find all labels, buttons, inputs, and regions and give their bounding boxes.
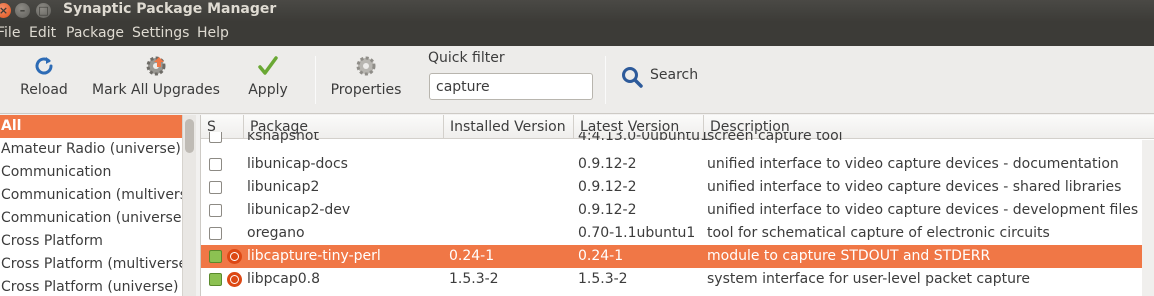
upgrade-gear-icon [146,56,166,76]
category-scrollbar[interactable] [182,115,196,296]
installed-version: 0.24-1 [449,248,495,264]
reload-button[interactable]: Reload [12,46,76,114]
status-checkbox-installed[interactable] [209,273,222,286]
package-description: unified interface to video capture devic… [707,179,1122,195]
status-checkbox[interactable] [209,227,222,240]
table-row[interactable]: oregano 0.70-1.1ubuntu1 tool for schemat… [201,222,1154,245]
package-name: libpcap0.8 [247,271,320,287]
latest-version: 0.24-1 [578,248,624,264]
table-row[interactable]: libpcap0.8 1.5.3-2 1.5.3-2 system interf… [201,268,1154,291]
status-checkbox[interactable] [209,158,222,171]
apply-label: Apply [248,82,288,98]
package-description: system interface for user-level packet c… [707,271,1030,287]
mark-all-upgrades-label: Mark All Upgrades [92,82,220,98]
scrollbar-thumb[interactable] [185,119,194,153]
table-row[interactable]: libunicap2-dev 0.9.12-2 unified interfac… [201,199,1154,222]
toolbar-separator [605,56,606,104]
category-item[interactable]: Cross Platform [0,230,182,253]
latest-version: 4:4.13.0-0ubuntu1 [578,132,709,144]
category-item[interactable]: Communication (multiverse) [0,184,182,207]
package-description: unified interface to video capture devic… [707,202,1139,218]
menu-bar: File Edit Package Settings Help [0,22,1154,46]
package-name: oregano [247,225,305,241]
category-item[interactable]: Communication (universe) [0,207,182,230]
menu-file[interactable]: File [0,25,20,41]
latest-version: 0.70-1.1ubuntu1 [578,225,696,241]
table-row[interactable]: libunicap2 0.9.12-2 unified interface to… [201,176,1154,199]
package-name: ksnapshot [247,132,319,144]
menu-package[interactable]: Package [66,25,124,41]
package-description: unified interface to video capture devic… [707,156,1119,172]
category-item[interactable]: Cross Platform (multiverse) [0,253,182,276]
toolbar: Reload Mark All Upgrades Apply Propertie… [0,46,1154,114]
package-description: screen capture tool [707,132,843,144]
table-row[interactable]: ksnapshot 4:4.13.0-0ubuntu1 screen captu… [201,132,1154,148]
checkmark-icon [258,56,278,75]
ubuntu-logo-icon [227,272,242,287]
status-checkbox[interactable] [209,181,222,194]
latest-version: 1.5.3-2 [578,271,628,287]
status-checkbox[interactable] [209,132,222,143]
mark-all-upgrades-button[interactable]: Mark All Upgrades [90,46,222,114]
apply-button[interactable]: Apply [240,46,296,114]
latest-version: 0.9.12-2 [578,202,637,218]
category-item[interactable]: Cross Platform (universe) [0,276,182,296]
window-title: Synaptic Package Manager [63,1,277,17]
status-checkbox-installed[interactable] [209,250,222,263]
installed-version: 1.5.3-2 [449,271,499,287]
package-description: module to capture STDOUT and STDERR [707,248,991,264]
properties-gear-icon [356,56,376,76]
package-scrollbar[interactable] [1142,140,1154,296]
status-checkbox[interactable] [209,204,222,217]
toolbar-separator [315,56,316,104]
package-name: libunicap2 [247,179,320,195]
table-row-selected[interactable]: libcapture-tiny-perl 0.24-1 0.24-1 modul… [201,245,1154,268]
search-icon [622,67,643,88]
menu-help[interactable]: Help [197,25,229,41]
package-name: libunicap-docs [247,156,348,172]
package-description: tool for schematical capture of electron… [707,225,1050,241]
category-item-all[interactable]: All [0,115,182,138]
quick-filter-label: Quick filter [428,50,505,66]
minimize-window-button[interactable]: – [15,3,30,18]
category-item[interactable]: Communication [0,161,182,184]
quick-filter-input[interactable] [429,73,593,100]
reload-label: Reload [20,82,68,98]
package-name: libunicap2-dev [247,202,351,218]
ubuntu-logo-icon [227,249,242,264]
latest-version: 0.9.12-2 [578,156,637,172]
search-label: Search [650,67,699,83]
close-window-button[interactable]: × [0,3,11,18]
maximize-window-button[interactable]: □ [36,3,51,18]
category-item[interactable]: Amateur Radio (universe) [0,138,182,161]
category-list: All Amateur Radio (universe) Communicati… [0,115,196,296]
properties-label: Properties [330,82,402,98]
menu-settings[interactable]: Settings [132,25,189,41]
properties-button[interactable]: Properties [326,46,406,114]
latest-version: 0.9.12-2 [578,179,637,195]
title-bar: × – □ Synaptic Package Manager [0,0,1154,22]
package-name: libcapture-tiny-perl [247,248,381,264]
package-table: S Package Installed Version Latest Versi… [200,115,1154,296]
reload-icon [35,57,53,75]
menu-edit[interactable]: Edit [29,25,56,41]
table-row[interactable]: libunicap-docs 0.9.12-2 unified interfac… [201,153,1154,176]
